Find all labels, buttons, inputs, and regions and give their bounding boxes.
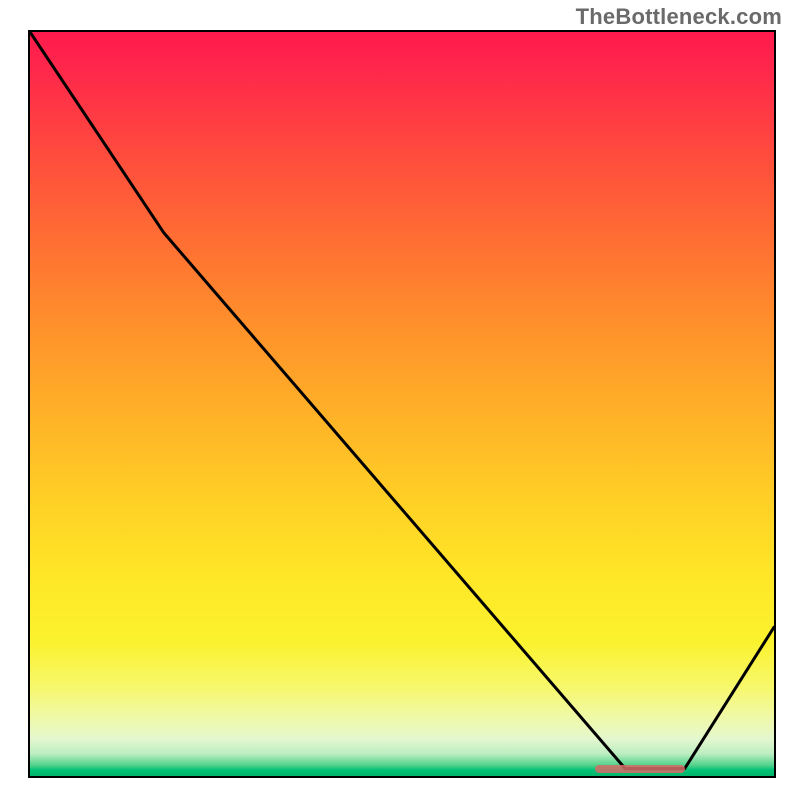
chart-marker <box>595 765 684 773</box>
chart-line-layer <box>30 32 774 776</box>
chart-line <box>30 32 774 769</box>
watermark-text: TheBottleneck.com <box>576 4 782 30</box>
chart-plot-area <box>28 30 776 778</box>
